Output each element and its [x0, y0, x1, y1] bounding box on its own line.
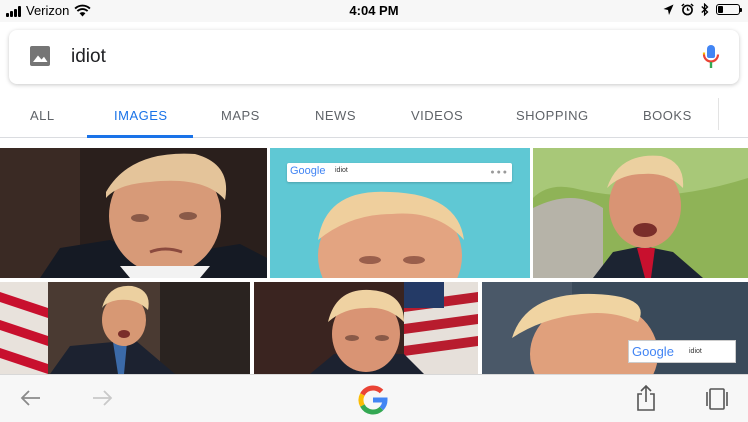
image-result-4[interactable] [0, 282, 250, 374]
thumb-search-brand-2: Google [632, 344, 674, 359]
thumb-search-bar-2: Google idiot [628, 340, 736, 363]
image-result-5[interactable] [254, 282, 478, 374]
status-bar: Verizon 4:04 PM [0, 0, 748, 22]
battery-icon [716, 4, 742, 15]
search-query[interactable]: idiot [71, 46, 106, 68]
location-arrow-icon [663, 4, 674, 15]
tab-all[interactable]: ALL [30, 108, 55, 123]
bluetooth-icon [701, 3, 709, 16]
tabs-icon[interactable] [704, 387, 730, 411]
search-box[interactable]: idiot [9, 30, 739, 84]
tabs-divider [718, 98, 719, 130]
tab-shopping[interactable]: SHOPPING [516, 108, 589, 123]
image-search-icon [30, 46, 50, 66]
tab-maps[interactable]: MAPS [221, 108, 260, 123]
google-g-logo[interactable] [355, 382, 391, 418]
image-result-6[interactable]: Google idiot [482, 282, 748, 374]
thumb-search-query: idiot [335, 167, 348, 174]
image-result-2[interactable]: Google idiot ● ● ● [270, 148, 530, 278]
thumb-search-icons: ● ● ● [490, 169, 507, 176]
active-tab-indicator [87, 135, 193, 138]
battery-level [718, 6, 723, 13]
microphone-icon[interactable] [701, 43, 721, 71]
status-time: 4:04 PM [349, 3, 399, 18]
share-icon[interactable] [634, 384, 658, 412]
image-result-3-picture [533, 148, 748, 278]
image-result-1-picture [0, 148, 267, 278]
search-tabs: ALL IMAGES MAPS NEWS VIDEOS SHOPPING BOO… [0, 92, 748, 138]
tab-books[interactable]: BOOKS [643, 108, 692, 123]
thumb-search-query-2: idiot [689, 348, 702, 355]
alarm-clock-icon [681, 3, 694, 16]
status-right [663, 3, 742, 16]
thumb-search-bar: Google idiot ● ● ● [287, 163, 512, 182]
tab-images[interactable]: IMAGES [114, 108, 168, 123]
bottom-toolbar [0, 374, 748, 422]
image-result-3[interactable] [533, 148, 748, 278]
thumb-search-brand: Google [290, 165, 326, 177]
image-result-5-picture [254, 282, 478, 374]
image-result-4-picture [0, 282, 250, 374]
tab-videos[interactable]: VIDEOS [411, 108, 463, 123]
arrow-right-icon[interactable] [90, 386, 114, 410]
arrow-left-icon[interactable] [19, 386, 43, 410]
tab-news[interactable]: NEWS [315, 108, 356, 123]
image-result-1[interactable] [0, 148, 267, 278]
google-app-screen: Verizon 4:04 PM idiot ALL IMAGES MAPS NE… [0, 0, 748, 422]
image-results-grid: Google idiot ● ● ● Google idiot [0, 148, 748, 374]
